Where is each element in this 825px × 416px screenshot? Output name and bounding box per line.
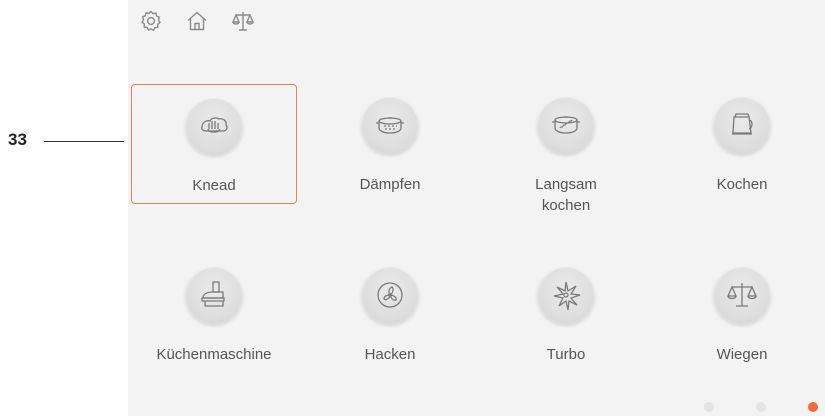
home-icon[interactable] — [184, 8, 210, 34]
mode-tile-chop[interactable]: Hacken — [307, 254, 473, 374]
mode-icon-circle — [361, 96, 419, 154]
kettle-icon — [732, 113, 753, 135]
chop-icon — [377, 282, 403, 308]
page-indicator — [704, 402, 824, 416]
mode-grid: Knead Dämpfen Langsam kochen Kochen Küch… — [131, 84, 825, 374]
mode-tile-slow-cook[interactable]: Langsam kochen — [483, 84, 649, 214]
mode-tile-food-processor[interactable]: Küchenmaschine — [131, 254, 297, 374]
knead-icon — [201, 117, 228, 133]
mode-label: Wiegen — [716, 346, 768, 363]
mode-label: Langsam kochen — [535, 176, 597, 214]
mode-icon-circle — [537, 266, 595, 324]
turbo-icon — [553, 281, 581, 311]
gear-icon[interactable] — [138, 8, 164, 34]
mode-icon-circle — [185, 266, 243, 324]
page-dot-1[interactable] — [704, 402, 714, 412]
mode-icon-circle — [185, 97, 243, 155]
mode-tile-turbo[interactable]: Turbo — [483, 254, 649, 374]
mode-tile-weigh[interactable]: Wiegen — [659, 254, 825, 374]
mode-tile-cook[interactable]: Kochen — [659, 84, 825, 204]
steam-pot-icon — [376, 117, 404, 134]
scale-icon — [726, 283, 758, 307]
mode-icon-circle — [713, 96, 771, 154]
mode-label: Dämpfen — [359, 176, 421, 193]
mode-label: Kochen — [716, 176, 768, 193]
mode-label: Küchenmaschine — [156, 346, 272, 363]
top-bar — [128, 0, 825, 44]
mode-icon-circle — [537, 96, 595, 154]
slow-cook-icon — [552, 116, 580, 134]
page-dot-2[interactable] — [756, 402, 766, 412]
callout-line — [44, 141, 124, 142]
scale-icon[interactable] — [230, 8, 256, 34]
mode-label: Hacken — [364, 346, 416, 363]
callout: 33 — [0, 126, 128, 156]
mode-tile-steam[interactable]: Dämpfen — [307, 84, 473, 204]
device-screen: Knead Dämpfen Langsam kochen Kochen Küch… — [128, 0, 825, 416]
callout-number: 33 — [8, 130, 27, 149]
mode-label: Knead — [192, 177, 236, 194]
mode-tile-knead[interactable]: Knead — [131, 84, 297, 204]
mode-label: Turbo — [546, 346, 586, 363]
mode-icon-circle — [713, 266, 771, 324]
mode-icon-circle — [361, 266, 419, 324]
page-dot-3[interactable] — [808, 402, 818, 412]
food-processor-icon — [201, 281, 225, 307]
